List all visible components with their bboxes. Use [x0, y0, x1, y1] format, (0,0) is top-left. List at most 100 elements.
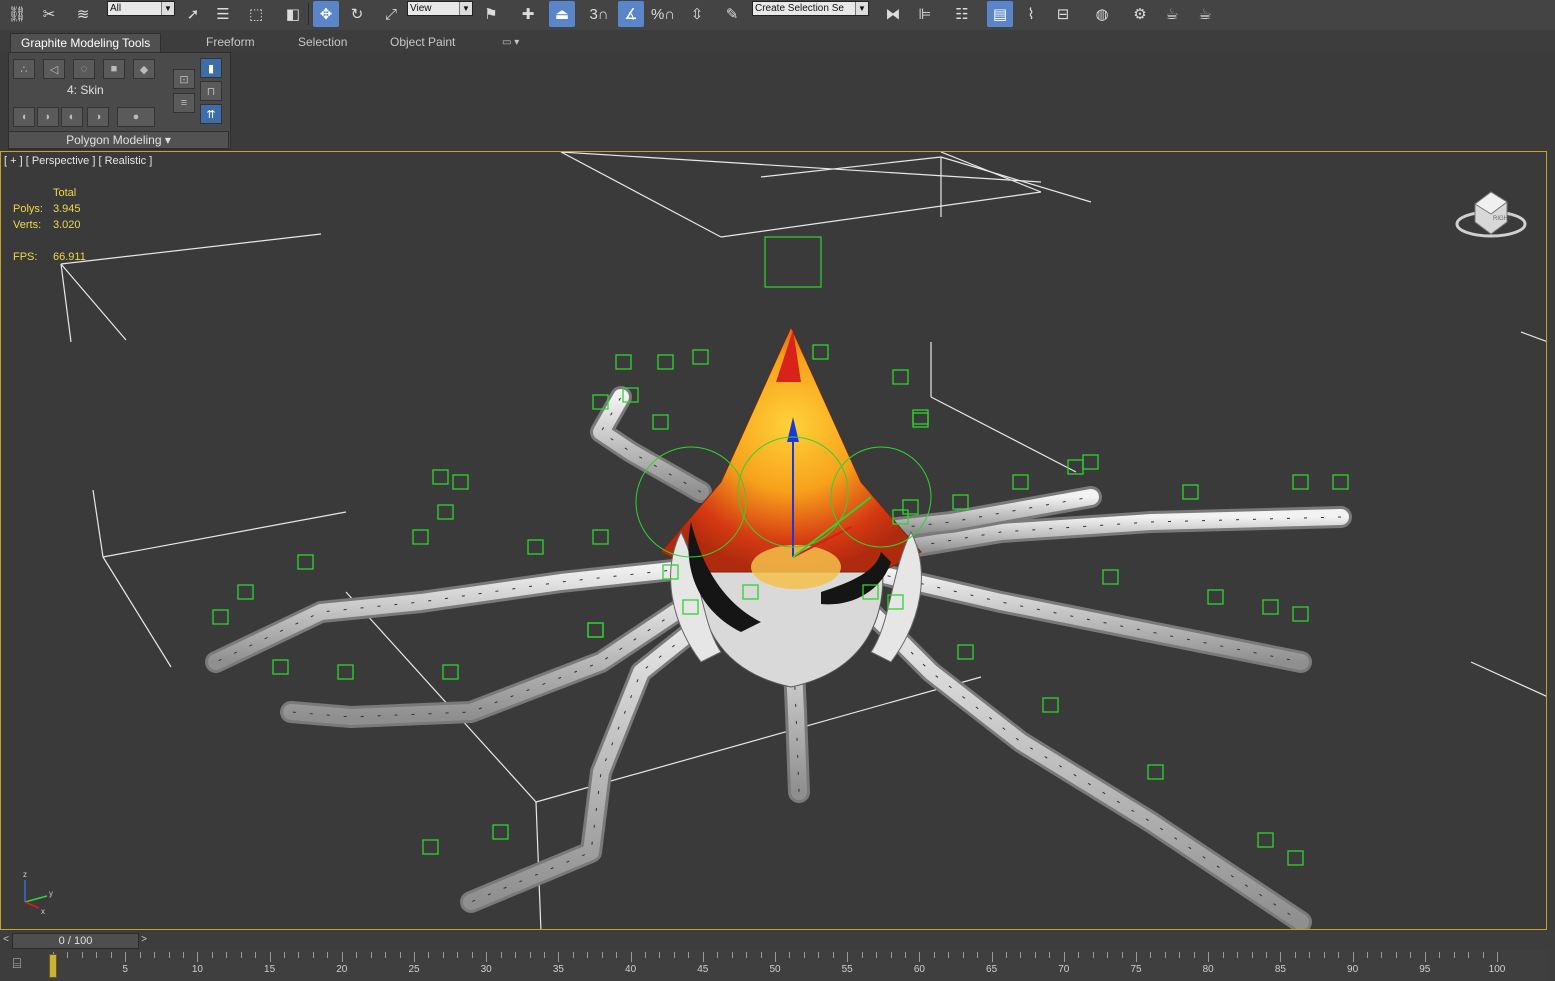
bone-box: [812, 344, 829, 360]
edit-named-selection-icon[interactable]: ✎: [719, 1, 745, 27]
collapse-stack-icon[interactable]: ≡: [173, 93, 195, 113]
timeline-tick: [327, 952, 329, 958]
stats-total-label: Total: [53, 187, 77, 199]
timeline-tick: [688, 952, 690, 958]
material-editor-icon[interactable]: ◍: [1089, 1, 1115, 27]
tab-freeform[interactable]: Freeform: [196, 33, 265, 52]
select-by-name-icon[interactable]: ☰: [210, 1, 236, 27]
link-icon[interactable]: ⛓: [4, 1, 30, 27]
unlink-icon[interactable]: ✂: [36, 1, 62, 27]
timeline-tick: [832, 952, 834, 958]
timeline-tick-label: 10: [191, 964, 203, 975]
timeline-tick: [442, 952, 444, 958]
timeline-tick: [414, 952, 415, 962]
main-toolbar: ⛓ ✂ ≋ All ▼ ➚ ☰ ⬚ ◧ ✥ ↻ ⤢ View ▼ ⚑ ✚ ⏏ 3…: [0, 0, 1555, 31]
stack-next-icon[interactable]: ◗: [37, 107, 59, 127]
keyboard-shortcut-override-icon[interactable]: ⏏: [549, 1, 575, 27]
select-manipulate-icon[interactable]: ✚: [515, 1, 541, 27]
timeline-tick-label: 65: [986, 964, 998, 975]
vertex-mode-icon[interactable]: ∴: [13, 59, 35, 79]
perspective-viewport[interactable]: RIGHT z y x [ + ] [ Perspective ] [ Real…: [0, 151, 1547, 930]
bone-box: [432, 469, 449, 485]
axis-label-z: z: [23, 870, 27, 879]
timeline-tick: [211, 952, 213, 958]
timeline-tick: [139, 952, 141, 958]
timeline-tick: [1468, 952, 1470, 958]
timeline-tick: [890, 952, 892, 958]
viewcube: RIGHT: [1455, 191, 1527, 238]
timeline-tick: [182, 952, 184, 958]
toggle-command-panel-icon[interactable]: ▮: [200, 58, 222, 78]
timeline-track[interactable]: 5 10 15 20 25 30 35 40 45 50 55 60 65 70 75 80 85 90 95 100: [48, 950, 1548, 981]
bone-box: [912, 409, 929, 425]
curve-editor-icon[interactable]: ⌇: [1018, 1, 1044, 27]
timeline-tick: [1280, 952, 1282, 962]
selection-filter-dropdown[interactable]: All ▼: [107, 1, 175, 16]
percent-snap-icon[interactable]: % ∩: [650, 1, 676, 27]
angle-snap-icon[interactable]: ∡: [618, 1, 644, 27]
toolbar-divider: [308, 3, 309, 25]
stats-polys-value: 3.945: [53, 203, 81, 215]
tab-selection[interactable]: Selection: [288, 33, 357, 52]
select-object-icon[interactable]: ➚: [180, 1, 206, 27]
render-icon[interactable]: ☕: [1192, 1, 1218, 27]
align-icon[interactable]: ⊫: [912, 1, 938, 27]
show-end-result-icon[interactable]: ●: [117, 107, 155, 127]
move-icon[interactable]: ✥: [313, 1, 339, 27]
bone-box: [527, 539, 544, 555]
time-slider[interactable]: 0 / 100: [12, 933, 139, 949]
tab-object-paint[interactable]: Object Paint: [380, 33, 465, 52]
stack-top-icon[interactable]: ◑: [87, 107, 109, 127]
timeline-tick-label: 75: [1130, 964, 1142, 975]
mini-curve-editor-icon[interactable]: ⌸: [6, 955, 28, 975]
ribbon-options-icon[interactable]: ▭ ▾: [492, 33, 529, 52]
timeline-tick: [659, 952, 661, 958]
named-selection-set-field[interactable]: Create Selection Se ▼: [752, 1, 869, 16]
timeline-tick: [125, 952, 127, 962]
scale-icon[interactable]: ⤢: [378, 1, 404, 27]
element-mode-icon[interactable]: ◆: [133, 59, 155, 79]
render-setup-icon[interactable]: ⚙: [1127, 1, 1153, 27]
current-frame-marker[interactable]: [49, 954, 57, 978]
chevron-down-icon: ▾: [164, 133, 171, 147]
timeline-tick: [370, 952, 372, 958]
timeline-tick: [1020, 952, 1022, 958]
spinner-snap-icon[interactable]: ⇳: [684, 1, 710, 27]
tab-graphite-modeling-tools[interactable]: Graphite Modeling Tools: [10, 33, 162, 53]
bind-spacewarp-icon[interactable]: ≋: [70, 1, 96, 27]
border-mode-icon[interactable]: ◌: [73, 59, 95, 79]
viewport-label[interactable]: [ + ] [ Perspective ] [ Realistic ]: [4, 155, 152, 167]
timeline-tick: [154, 952, 156, 958]
rect-region-icon[interactable]: ⬚: [243, 1, 269, 27]
coordinate-system-value: View: [410, 3, 432, 14]
window-crossing-icon[interactable]: ◧: [280, 1, 306, 27]
snap-icon[interactable]: 3 ∩: [586, 1, 612, 27]
polygon-modeling-dropdown[interactable]: Polygon Modeling ▾: [8, 131, 229, 149]
constraint-icon[interactable]: ⇈: [200, 104, 222, 124]
scene-canvas[interactable]: RIGHT z y x: [1, 152, 1547, 930]
stack-bottom-icon[interactable]: ◐: [61, 107, 83, 127]
rendered-frame-icon[interactable]: ☕: [1159, 1, 1185, 27]
pivot-center-icon[interactable]: ⚑: [478, 1, 504, 27]
stats-polys-label: Polys:: [13, 203, 43, 215]
edge-mode-icon[interactable]: ◁: [43, 59, 65, 79]
rotate-icon[interactable]: ↻: [344, 1, 370, 27]
swift-loop-icon[interactable]: ⊓: [200, 81, 222, 101]
timeline-tick: [1208, 952, 1210, 962]
bone-box: [297, 554, 314, 570]
mirror-icon[interactable]: ⧓: [880, 1, 906, 27]
timeline-tick: [1367, 952, 1369, 958]
timeline-tick: [96, 952, 98, 958]
polygon-mode-icon[interactable]: ■: [103, 59, 125, 79]
timeline-tick-label: 20: [336, 964, 348, 975]
graphite-toggle-icon[interactable]: ▤: [987, 1, 1013, 27]
layer-manager-icon[interactable]: ☷: [949, 1, 975, 27]
use-soft-selection-icon[interactable]: ⊡: [173, 69, 195, 89]
stack-prev-icon[interactable]: ◖: [13, 107, 35, 127]
next-frame-icon[interactable]: >: [139, 933, 149, 947]
schematic-view-icon[interactable]: ⊟: [1050, 1, 1076, 27]
timeline-tick: [1265, 952, 1267, 958]
previous-frame-icon[interactable]: <: [1, 933, 11, 947]
reference-coordinate-dropdown[interactable]: View ▼: [407, 1, 473, 16]
leg-surface: [593, 389, 709, 500]
